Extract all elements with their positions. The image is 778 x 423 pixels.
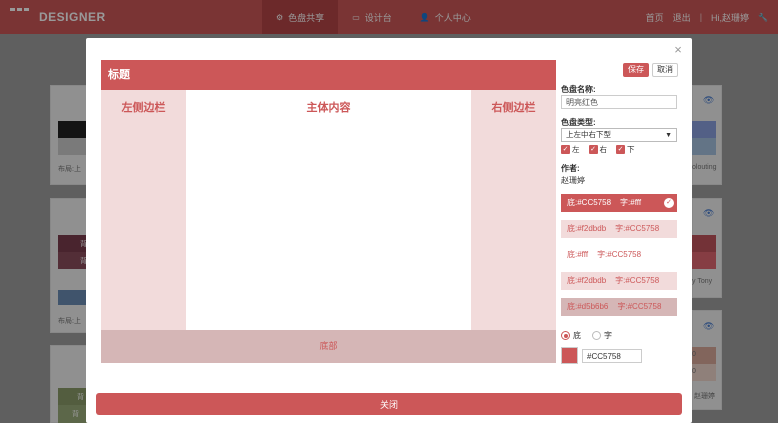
selected-check-icon: ✓ (664, 198, 674, 208)
preview-main-content[interactable]: 主体内容 (186, 90, 471, 330)
checkbox-bottom[interactable]: ✓ 下 (616, 144, 635, 155)
checkbox-label: 下 (627, 145, 635, 154)
preview-header-title: 标题 (108, 69, 130, 81)
preview-footer-title: 底部 (319, 341, 338, 351)
swatch-fg-text: 字:#CC5758 (615, 276, 660, 285)
radio-dot (561, 331, 570, 340)
palette-type-value: 上左中右下型 (566, 130, 611, 139)
radio-dot (592, 331, 601, 340)
swatch-bg-text: 底:#f2dbdb (567, 224, 607, 233)
color-picker-chip[interactable] (561, 347, 578, 364)
checkbox-left[interactable]: ✓ 左 (561, 144, 580, 155)
swatch-bg-text: 底:#CC5758 (567, 198, 612, 207)
checkbox-label: 右 (599, 145, 608, 154)
color-swatch-1[interactable]: 底:#CC5758 字:#fff ✓ (561, 194, 677, 212)
swatch-bg-text: 底:#f2dbdb (567, 276, 607, 285)
palette-type-label: 色盘类型: (561, 118, 596, 127)
swatch-fg-text: 字:#CC5758 (615, 224, 660, 233)
checkmark-icon: ✓ (616, 145, 625, 154)
radio-label: 底 (573, 331, 581, 340)
checkbox-label: 左 (572, 145, 580, 154)
caret-down-icon: ▼ (665, 132, 672, 139)
swatch-fg-text: 字:#fff (620, 198, 642, 207)
radio-text[interactable]: 字 (592, 330, 612, 341)
color-swatch-5[interactable]: 底:#d5b6b6 字:#CC5758 (561, 298, 677, 316)
color-swatch-3[interactable]: 底:#fff 字:#CC5758 (561, 246, 677, 264)
close-icon[interactable]: × (672, 43, 684, 56)
color-target-radios: 底 字 (561, 330, 623, 341)
checkmark-icon: ✓ (561, 145, 570, 154)
layout-preview: 标题 左侧边栏 主体内容 右侧边栏 底部 (101, 60, 556, 363)
save-button[interactable]: 保存 (623, 63, 649, 77)
author-name: 赵珊婷 (561, 176, 585, 185)
radio-label: 字 (604, 331, 612, 340)
preview-right-title: 右侧边栏 (491, 102, 536, 114)
preview-left-title: 左侧边栏 (121, 102, 166, 114)
cancel-button[interactable]: 取消 (652, 63, 678, 77)
action-buttons: 保存 取消 (623, 63, 678, 77)
radio-background[interactable]: 底 (561, 330, 581, 341)
author-label: 作者: (561, 164, 580, 173)
preview-right-sidebar[interactable]: 右侧边栏 (471, 90, 556, 330)
checkbox-right[interactable]: ✓ 右 (588, 144, 608, 155)
preview-footer[interactable]: 底部 (101, 330, 556, 363)
swatch-bg-text: 底:#fff (567, 250, 589, 259)
region-checkboxes: ✓ 左 ✓ 右 ✓ 下 (561, 144, 644, 155)
palette-edit-modal: × 标题 左侧边栏 主体内容 右侧边栏 底部 保存 取消 色盘名称: 色盘类型:… (86, 38, 692, 423)
color-swatch-4[interactable]: 底:#f2dbdb 字:#CC5758 (561, 272, 677, 290)
preview-main-title: 主体内容 (306, 102, 351, 114)
swatch-fg-text: 字:#CC5758 (617, 302, 662, 311)
color-swatch-2[interactable]: 底:#f2dbdb 字:#CC5758 (561, 220, 677, 238)
preview-header[interactable]: 标题 (101, 60, 556, 90)
preview-left-sidebar[interactable]: 左侧边栏 (101, 90, 186, 330)
close-button[interactable]: 关闭 (96, 393, 682, 415)
swatch-fg-text: 字:#CC5758 (597, 250, 642, 259)
palette-type-select[interactable]: 上左中右下型 ▼ (561, 128, 677, 142)
palette-name-input[interactable] (561, 95, 677, 109)
swatch-bg-text: 底:#d5b6b6 (567, 302, 609, 311)
checkmark-icon: ✓ (588, 145, 598, 154)
palette-name-label: 色盘名称: (561, 85, 596, 94)
hex-color-input[interactable] (582, 349, 642, 363)
